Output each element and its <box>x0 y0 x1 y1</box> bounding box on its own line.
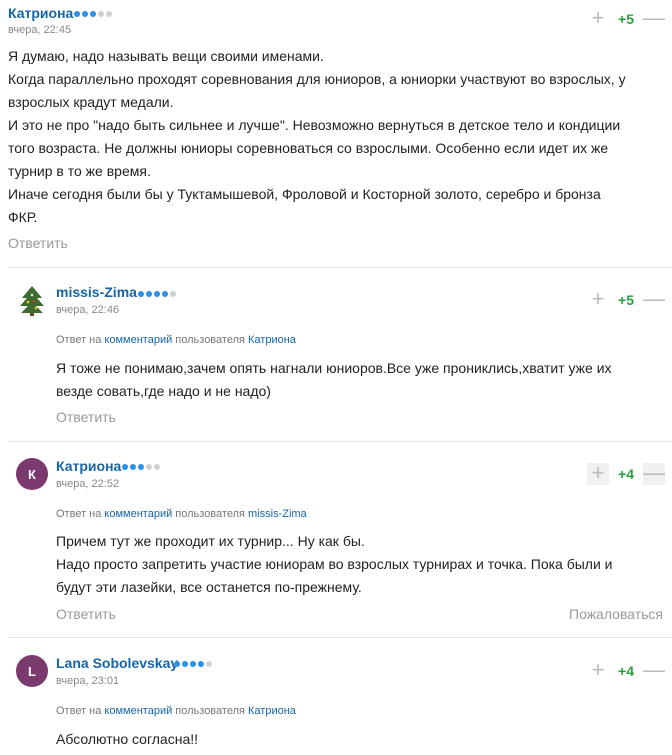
reply-link[interactable]: Ответить <box>56 409 116 425</box>
comment-line: взрослых крадут медали. <box>8 94 174 110</box>
divider <box>8 267 672 268</box>
plus-icon[interactable]: + <box>587 288 609 311</box>
divider <box>8 637 672 638</box>
comment-line: Причем тут же проходит их турнир... Ну к… <box>56 533 365 549</box>
vote-controls: + +5 — <box>587 7 665 30</box>
divider <box>8 441 672 442</box>
reply-meta: Ответ на комментарий пользователя missis… <box>56 508 307 520</box>
minus-icon[interactable]: — <box>643 462 665 485</box>
user-link[interactable]: missis-Zima <box>248 508 307 520</box>
comment-time: вчера, 22:46 <box>56 304 120 316</box>
rating-dots <box>174 661 212 667</box>
minus-icon[interactable]: — <box>643 659 665 682</box>
comment-line: Я тоже не понимаю,зачем опять нагнали юн… <box>56 360 612 376</box>
comment-line: будут эти лазейки, все останется по-преж… <box>56 579 362 595</box>
rating-dots <box>122 464 160 470</box>
comment-line: везде совать,где надо и не надо) <box>56 383 271 399</box>
comment-line: ФКР. <box>8 209 38 225</box>
rating-dots <box>138 291 176 297</box>
comment-line: Я думаю, надо называть вещи своими имена… <box>8 48 324 64</box>
christmas-tree-icon <box>20 286 44 316</box>
comment-author[interactable]: Lana Sobolevskay <box>56 655 178 671</box>
comment-line: Иначе сегодня были бы у Туктамышевой, Фр… <box>8 186 601 202</box>
minus-icon[interactable]: — <box>643 7 665 30</box>
comment-line: Абсолютно согласна!! <box>56 731 199 747</box>
vote-score: +5 <box>618 11 634 27</box>
comment-author[interactable]: Катриона <box>56 458 121 474</box>
comment-line: турнир в то же время. <box>8 163 151 179</box>
reply-link[interactable]: Ответить <box>8 235 68 251</box>
comment-time: вчера, 22:45 <box>8 24 72 36</box>
comment-link[interactable]: комментарий <box>104 705 172 717</box>
vote-score: +4 <box>618 663 634 679</box>
avatar[interactable]: К <box>16 458 48 490</box>
comment-time: вчера, 22:52 <box>56 478 120 490</box>
comment-line: Надо просто запретить участие юниорам во… <box>56 556 613 572</box>
avatar[interactable]: L <box>16 655 48 687</box>
reply-meta: Ответ на комментарий пользователя Катрио… <box>56 705 296 717</box>
comment-line: И это не про "надо быть сильнее и лучше"… <box>8 117 621 133</box>
vote-controls: + +4 — <box>587 659 665 682</box>
comment-link[interactable]: комментарий <box>104 508 172 520</box>
vote-score: +5 <box>618 292 634 308</box>
plus-icon[interactable]: + <box>587 659 609 682</box>
reply-link[interactable]: Ответить <box>56 606 116 622</box>
user-link[interactable]: Катриона <box>248 705 296 717</box>
reply-meta: Ответ на комментарий пользователя Катрио… <box>56 334 296 346</box>
plus-icon[interactable]: + <box>587 7 609 30</box>
comment-author[interactable]: missis-Zima <box>56 284 137 300</box>
comment-line: Когда параллельно проходят соревнования … <box>8 71 626 87</box>
vote-controls: + +5 — <box>587 288 665 311</box>
comment-line: того возраста. Не должны юниоры соревнов… <box>8 140 609 156</box>
vote-controls: + +4 — <box>587 462 665 485</box>
user-link[interactable]: Катриона <box>248 334 296 346</box>
comment-time: вчера, 23:01 <box>56 675 120 687</box>
report-link[interactable]: Пожаловаться <box>569 606 663 622</box>
minus-icon[interactable]: — <box>643 288 665 311</box>
comment-author[interactable]: Катриона <box>8 5 73 21</box>
plus-icon[interactable]: + <box>587 462 609 485</box>
comment-link[interactable]: комментарий <box>104 334 172 346</box>
rating-dots <box>74 11 112 17</box>
vote-score: +4 <box>618 466 634 482</box>
